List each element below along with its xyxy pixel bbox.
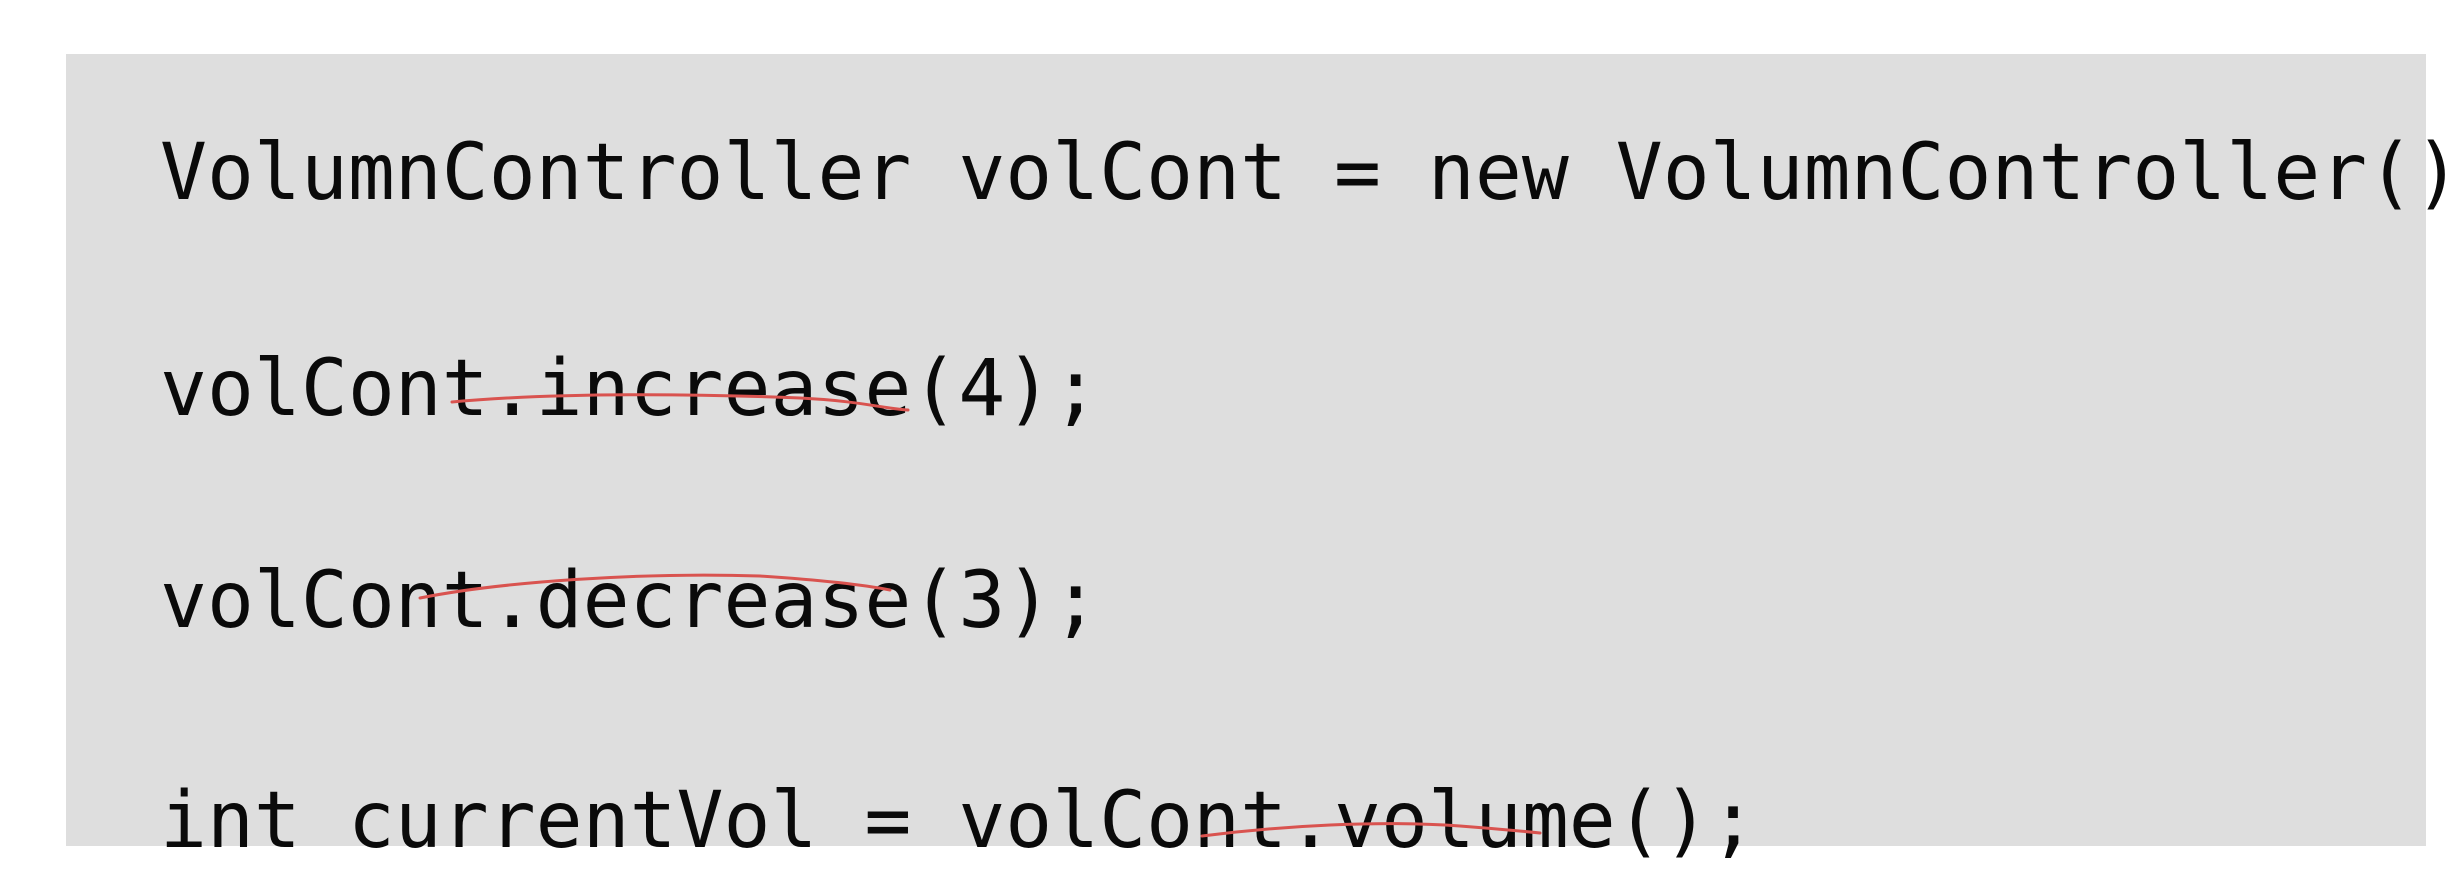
code-line-constructor: VolumnController volCont = new VolumnCon…	[160, 128, 2464, 218]
code-line-decrease: volCont.decrease(3);	[160, 556, 1100, 646]
code-line-volume: int currentVol = volCont.volume();	[160, 776, 1757, 866]
code-line-increase: volCont.increase(4);	[160, 344, 1100, 434]
code-snippet-panel: VolumnController volCont = new VolumnCon…	[66, 54, 2464, 860]
